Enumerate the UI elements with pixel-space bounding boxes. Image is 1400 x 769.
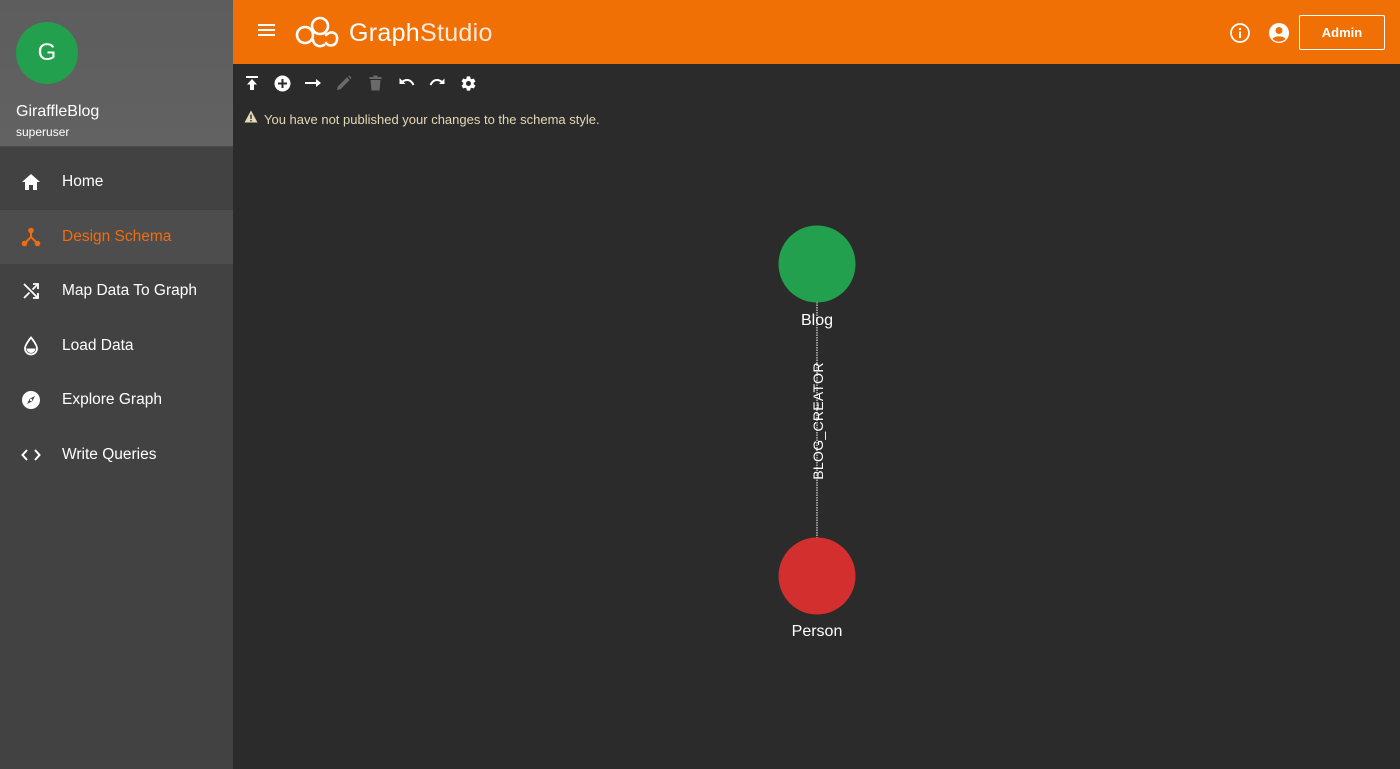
sidebar: G GiraffleBlog superuser Home Design Sch… [0,0,233,769]
sidebar-item-design-schema[interactable]: Design Schema [0,209,233,264]
drop-icon [20,335,42,357]
sidebar-item-load-data[interactable]: Load Data [0,319,233,374]
info-icon[interactable] [1229,22,1251,44]
sidebar-nav: Home Design Schema Map Data To Graph Loa… [0,155,233,482]
user-role: superuser [16,125,70,139]
admin-button[interactable]: Admin [1299,15,1385,50]
logo-text-graph: Graph [349,18,420,47]
graphstudio-logo-icon [295,16,339,48]
sidebar-item-map-data[interactable]: Map Data To Graph [0,264,233,319]
sidebar-item-write-queries[interactable]: Write Queries [0,428,233,483]
home-icon [20,171,42,193]
add-edge-icon[interactable] [304,74,322,92]
logo-text: GraphStudio [349,19,493,48]
undo-icon[interactable] [397,74,415,92]
logo-text-studio: Studio [419,18,493,47]
sidebar-item-label: Design Schema [62,227,172,245]
avatar[interactable]: G [16,22,78,84]
compass-icon [20,389,42,411]
schema-canvas[interactable]: BLOG_CREATOR Blog Person [233,136,1400,769]
sidebar-item-home[interactable]: Home [0,155,233,210]
delete-icon[interactable] [366,74,384,92]
schema-icon [20,226,42,248]
sidebar-item-label: Map Data To Graph [62,282,197,300]
vertex-label-person: Person [792,623,843,640]
code-icon [20,444,42,466]
sidebar-item-explore-graph[interactable]: Explore Graph [0,373,233,428]
app-header: GraphStudio Admin [233,0,1400,64]
sidebar-item-label: Explore Graph [62,391,162,409]
graph-name: GiraffleBlog [16,103,100,120]
edge-label[interactable]: BLOG_CREATOR [810,362,826,479]
vertex-blog[interactable] [778,225,856,303]
menu-icon[interactable] [257,22,279,42]
warning-text: You have not published your changes to t… [264,111,600,127]
account-icon[interactable] [1268,22,1290,44]
edit-icon[interactable] [335,74,353,92]
unpublished-warning: You have not published your changes to t… [244,110,600,128]
shuffle-icon [20,280,42,302]
schema-toolbar [233,64,1400,102]
app-logo: GraphStudio [293,13,493,53]
sidebar-item-label: Load Data [62,336,134,354]
user-panel: G GiraffleBlog superuser [0,0,233,147]
publish-icon[interactable] [243,74,261,92]
sidebar-item-label: Write Queries [62,445,157,463]
vertex-label-blog: Blog [801,312,833,329]
settings-icon[interactable] [459,74,477,92]
vertex-person[interactable] [778,537,856,615]
redo-icon[interactable] [428,74,446,92]
add-vertex-icon[interactable] [273,74,291,92]
sidebar-item-label: Home [62,173,104,191]
warning-icon [244,110,258,128]
